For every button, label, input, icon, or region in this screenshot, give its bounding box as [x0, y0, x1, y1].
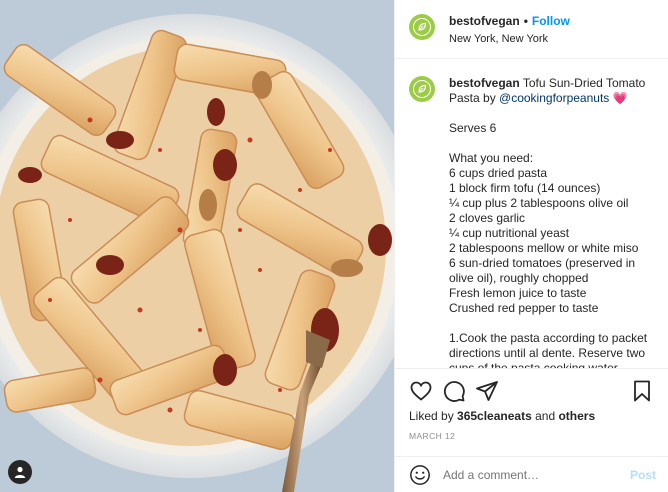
post-header: bestofvegan • Follow New York, New York — [395, 0, 668, 59]
liked-by-prefix: Liked by — [409, 409, 458, 423]
likes-summary: Liked by 365cleaneats and others — [409, 409, 595, 423]
post-photo[interactable] — [0, 0, 394, 492]
liked-by-user[interactable]: 365cleaneats — [457, 409, 532, 423]
ingredient-item: 1 block firm tofu (14 ounces) — [449, 181, 601, 195]
ingredient-item: ¼ cup nutritional yeast — [449, 226, 570, 240]
caption-avatar[interactable] — [409, 76, 435, 102]
liked-by-others[interactable]: others — [558, 409, 595, 423]
caption-text: bestofvegan Tofu Sun-Dried Tomato Pasta … — [449, 76, 656, 368]
ingredient-item: Crushed red pepper to taste — [449, 301, 599, 315]
leaf-icon — [418, 84, 427, 93]
tagged-user-icon[interactable] — [8, 460, 32, 484]
need-heading: What you need: — [449, 151, 534, 165]
like-button[interactable] — [409, 379, 433, 403]
ingredient-item: 2 tablespoons mellow or white miso — [449, 241, 639, 255]
separator-dot: • — [523, 14, 528, 28]
ingredient-item: ¼ cup plus 2 tablespoons olive oil — [449, 196, 629, 210]
save-button[interactable] — [630, 379, 654, 403]
ingredient-item: Fresh lemon juice to taste — [449, 286, 587, 300]
caption-area: bestofvegan Tofu Sun-Dried Tomato Pasta … — [395, 60, 668, 368]
ingredient-item: 6 sun-dried tomatoes (preserved in olive… — [449, 256, 636, 285]
mention-link[interactable]: @cookingforpeanuts — [499, 91, 609, 105]
post-side-panel: bestofvegan • Follow New York, New York be… — [394, 0, 668, 492]
caption-username[interactable]: bestofvegan — [449, 76, 520, 90]
comment-input[interactable] — [443, 467, 630, 482]
comment-button[interactable] — [442, 379, 466, 403]
action-bar: Liked by 365cleaneats and others MARCH 1… — [395, 368, 668, 456]
heart-icon — [410, 381, 432, 401]
serves-text: Serves 6 — [449, 121, 497, 135]
post-comment-button[interactable]: Post — [630, 468, 656, 482]
header-username[interactable]: bestofvegan — [449, 14, 520, 28]
ingredient-item: 6 cups dried pasta — [449, 166, 548, 180]
follow-button[interactable]: Follow — [532, 14, 570, 28]
location-link[interactable]: New York, New York — [449, 32, 570, 46]
leaf-icon — [418, 22, 427, 31]
comment-icon — [443, 381, 465, 402]
bookmark-icon — [634, 380, 650, 402]
post-date[interactable]: MARCH 12 — [409, 431, 455, 441]
emoji-icon[interactable] — [409, 464, 431, 486]
step-1: 1.Cook the pasta according to packet dir… — [449, 331, 648, 368]
ingredient-item: 2 cloves garlic — [449, 211, 526, 225]
liked-by-and: and — [531, 409, 559, 423]
person-icon — [14, 466, 26, 478]
heart-emoji: 💗 — [612, 91, 628, 105]
avatar[interactable] — [409, 14, 435, 40]
share-button[interactable] — [475, 379, 499, 403]
share-icon — [476, 381, 498, 401]
comment-bar: Post — [395, 456, 668, 492]
pasta-bowl-image — [0, 0, 394, 492]
